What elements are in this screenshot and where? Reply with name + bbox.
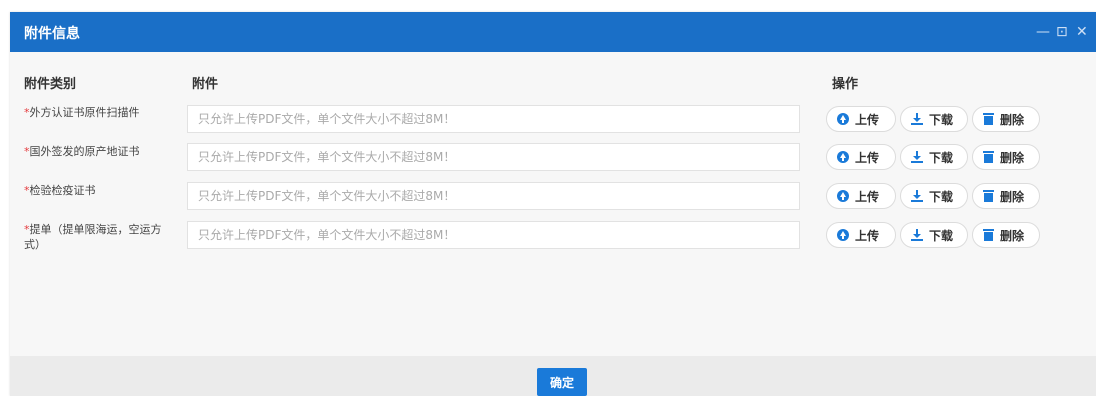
upload-button-label: 上传 — [855, 150, 880, 165]
download-icon — [911, 151, 923, 163]
column-header-actions: 操作 — [832, 77, 859, 92]
download-icon — [911, 190, 923, 202]
download-button-label: 下载 — [929, 228, 954, 243]
upload-button[interactable]: 上传 — [826, 222, 896, 248]
upload-icon — [837, 151, 849, 163]
delete-button[interactable]: 删除 — [972, 106, 1040, 132]
trash-icon — [983, 190, 994, 202]
attachment-file-field[interactable] — [187, 221, 800, 249]
delete-button[interactable]: 删除 — [972, 183, 1040, 209]
row-label: *检验检疫证书 — [24, 183, 174, 198]
row-label-text: 国外签发的原产地证书 — [29, 145, 140, 158]
row-label-text: 外方认证书原件扫描件 — [29, 106, 140, 119]
attachment-file-field[interactable] — [187, 182, 800, 210]
upload-button-label: 上传 — [855, 112, 880, 127]
confirm-button[interactable]: 确定 — [537, 368, 587, 396]
download-icon — [911, 229, 923, 241]
download-icon — [911, 113, 923, 125]
download-button-label: 下载 — [929, 189, 954, 204]
download-button[interactable]: 下载 — [900, 106, 968, 132]
download-button[interactable]: 下载 — [900, 144, 968, 170]
close-icon[interactable]: ✕ — [1076, 22, 1088, 42]
row-label: *国外签发的原产地证书 — [24, 144, 174, 159]
delete-button-label: 删除 — [1000, 228, 1025, 243]
trash-icon — [983, 113, 994, 125]
delete-button-label: 删除 — [1000, 112, 1025, 127]
upload-icon — [837, 190, 849, 202]
minimize-icon[interactable]: — — [1036, 22, 1050, 42]
upload-icon — [837, 113, 849, 125]
download-button[interactable]: 下载 — [900, 222, 968, 248]
maximize-icon[interactable]: ⊡ — [1056, 22, 1068, 42]
upload-button[interactable]: 上传 — [826, 106, 896, 132]
delete-button-label: 删除 — [1000, 150, 1025, 165]
row-label: *提单（提单限海运，空运方式） — [24, 222, 174, 252]
attachment-file-field[interactable] — [187, 105, 800, 133]
trash-icon — [983, 151, 994, 163]
trash-icon — [983, 229, 994, 241]
row-label: *外方认证书原件扫描件 — [24, 105, 174, 120]
dialog-titlebar: 附件信息 — ⊡ ✕ — [10, 12, 1096, 52]
dialog-title: 附件信息 — [24, 26, 80, 42]
attachment-file-field[interactable] — [187, 143, 800, 171]
upload-button[interactable]: 上传 — [826, 183, 896, 209]
download-button-label: 下载 — [929, 112, 954, 127]
upload-button[interactable]: 上传 — [826, 144, 896, 170]
delete-button[interactable]: 删除 — [972, 222, 1040, 248]
column-header-category: 附件类别 — [24, 77, 77, 92]
upload-icon — [837, 229, 849, 241]
row-label-text: 检验检疫证书 — [29, 184, 96, 197]
download-button-label: 下载 — [929, 150, 954, 165]
attachment-dialog: 附件信息 — ⊡ ✕ 附件类别 附件 操作 *外方认证书原件扫描件 上传 下载 … — [10, 12, 1096, 396]
dialog-footer: 确定 — [10, 356, 1096, 396]
delete-button[interactable]: 删除 — [972, 144, 1040, 170]
row-label-text: 提单（提单限海运，空运方式） — [24, 223, 162, 251]
upload-button-label: 上传 — [855, 228, 880, 243]
delete-button-label: 删除 — [1000, 189, 1025, 204]
column-header-attachment: 附件 — [192, 77, 219, 92]
download-button[interactable]: 下载 — [900, 183, 968, 209]
upload-button-label: 上传 — [855, 189, 880, 204]
